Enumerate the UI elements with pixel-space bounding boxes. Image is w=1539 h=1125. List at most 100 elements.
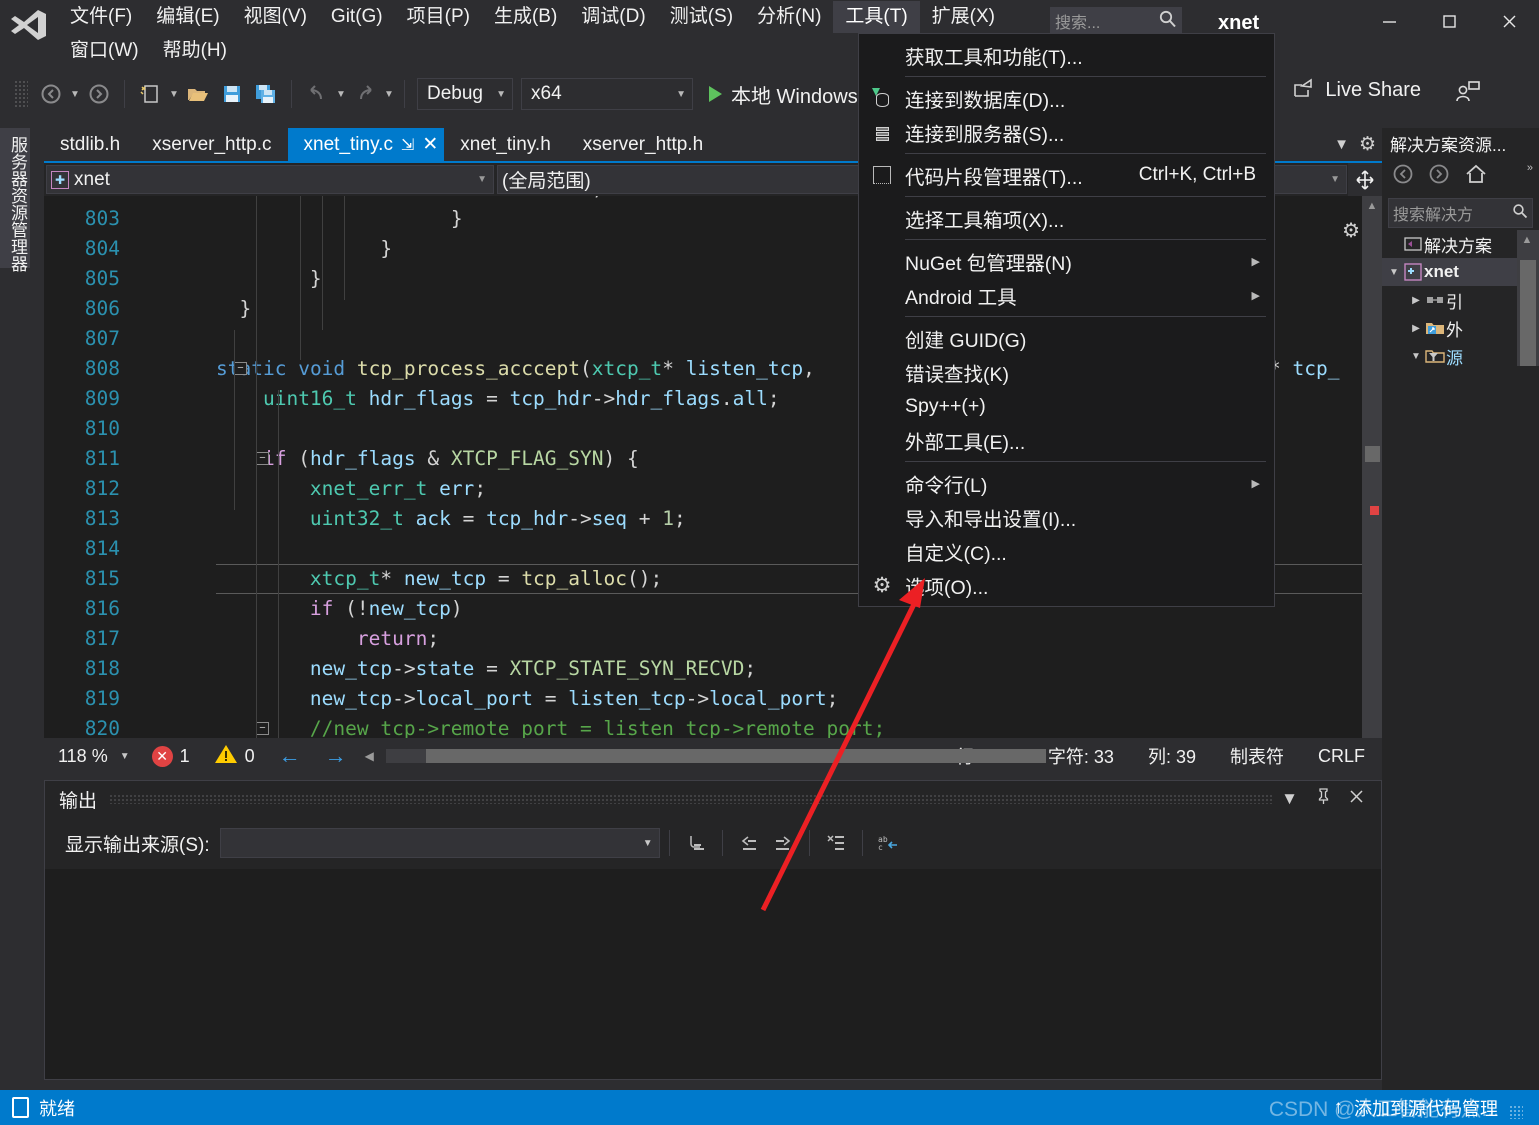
tree-external-dependencies[interactable]: ▶ 外 — [1382, 314, 1539, 342]
menuitem-command-line[interactable]: 命令行(L) ▶ — [859, 466, 1274, 500]
navigate-backward-dropdown-icon[interactable]: ▼ — [68, 77, 82, 111]
menu-tools[interactable]: 工具(T) — [833, 1, 920, 33]
properties-grid[interactable] — [1382, 366, 1539, 1090]
clear-all-button[interactable] — [819, 827, 853, 859]
maximize-button[interactable] — [1419, 0, 1479, 42]
chevron-double-right-icon[interactable]: » — [1527, 162, 1533, 174]
gear-icon[interactable]: ⚙ — [1359, 133, 1376, 156]
goto-message-button[interactable] — [679, 827, 713, 859]
zoom-level-combo[interactable]: 118 % ▼ — [44, 746, 140, 767]
solution-explorer-search-box[interactable]: 搜索解决方 — [1388, 198, 1533, 228]
code-line[interactable]: return; — [216, 624, 439, 654]
output-source-combo[interactable]: ▼ — [219, 828, 660, 858]
tree-references[interactable]: ▶ 引 — [1382, 286, 1539, 314]
new-item-dropdown-icon[interactable]: ▼ — [167, 77, 181, 111]
close-icon[interactable] — [1340, 789, 1373, 809]
tab-xserver-http-c[interactable]: xserver_http.c — [136, 128, 287, 161]
close-button[interactable] — [1479, 0, 1539, 42]
previous-message-button[interactable] — [732, 827, 766, 859]
code-line[interactable]: } — [216, 234, 392, 264]
menuitem-connect-to-server[interactable]: 连接到服务器(S)... — [859, 115, 1274, 149]
menu-view[interactable]: 视图(V) — [232, 1, 319, 33]
menu-help[interactable]: 帮助(H) — [151, 35, 239, 67]
output-text-area[interactable] — [45, 869, 1381, 1079]
code-line[interactable]: if (!new_tcp) — [216, 594, 463, 624]
code-line[interactable]: uint16_t hdr_flags = tcp_hdr->hdr_flags.… — [216, 384, 780, 414]
live-share-button[interactable]: Live Share — [1292, 77, 1421, 104]
indentation-mode-value[interactable]: 制表符 — [1213, 743, 1301, 769]
editor-vertical-scrollbar[interactable]: ▲ ▼ — [1362, 196, 1382, 771]
menu-edit[interactable]: 编辑(E) — [144, 1, 231, 33]
menuitem-import-export-settings[interactable]: 导入和导出设置(I)... — [859, 500, 1274, 534]
code-line[interactable]: } — [216, 294, 251, 324]
code-line[interactable]: new_tcp->state = XTCP_STATE_SYN_RECVD; — [216, 654, 756, 684]
menuitem-customize[interactable]: 自定义(C)... — [859, 534, 1274, 568]
tree-project-xnet[interactable]: ▼ xnet — [1382, 258, 1539, 286]
split-editor-icon[interactable] — [1348, 163, 1382, 196]
solution-configuration-combo[interactable]: Debug ▼ — [417, 78, 513, 110]
pin-icon[interactable]: ⇲ — [401, 135, 414, 155]
resize-grip[interactable] — [1509, 1104, 1523, 1119]
hscroll-left-arrow[interactable]: ◀ — [359, 749, 380, 763]
menuitem-choose-toolbox-items[interactable]: 选择工具箱项(X)... — [859, 201, 1274, 235]
scroll-up-icon[interactable]: ▲ — [1362, 196, 1382, 216]
menuitem-options[interactable]: ⚙ 选项(O)... — [859, 568, 1274, 602]
code-fold-toggle[interactable]: − — [234, 362, 247, 375]
tree-twisty-icon[interactable]: ▶ — [1408, 323, 1424, 334]
menu-extensions[interactable]: 扩展(X) — [920, 1, 1007, 33]
tree-twisty-icon[interactable]: ▼ — [1386, 267, 1402, 278]
navigate-next-error-button[interactable]: → — [313, 743, 359, 769]
new-item-icon[interactable] — [133, 77, 167, 111]
menu-debug[interactable]: 调试(D) — [569, 1, 657, 33]
solution-platform-combo[interactable]: x64 ▼ — [521, 78, 693, 110]
warning-count-badge[interactable]: 0 — [202, 743, 267, 770]
menu-git[interactable]: Git(G) — [319, 1, 395, 33]
code-line[interactable]: } — [216, 204, 463, 234]
code-line[interactable]: xtcp_t* new_tcp = tcp_alloc(); — [216, 564, 662, 594]
forward-icon[interactable] — [1428, 163, 1450, 191]
menu-project[interactable]: 项目(P) — [395, 1, 482, 33]
menu-build[interactable]: 生成(B) — [482, 1, 569, 33]
tab-xnet-tiny-c[interactable]: xnet_tiny.c ⇲ ✕ — [287, 128, 445, 161]
menuitem-nuget-package-manager[interactable]: NuGet 包管理器(N) ▶ — [859, 244, 1274, 278]
menuitem-error-lookup[interactable]: 错误查找(K) — [859, 355, 1274, 389]
menuitem-get-tools-and-features[interactable]: 获取工具和功能(T)... — [859, 38, 1274, 72]
navigate-previous-error-button[interactable]: ← — [267, 743, 313, 769]
chevron-down-icon[interactable]: ▼ — [1272, 789, 1307, 809]
tab-overflow-icon[interactable]: ▼ — [1334, 136, 1349, 153]
line-ending-value[interactable]: CRLF — [1301, 746, 1382, 767]
navigate-forward-icon[interactable] — [82, 77, 116, 111]
undo-dropdown-icon[interactable]: ▼ — [334, 77, 348, 111]
editor-horizontal-scrollbar[interactable] — [385, 749, 1046, 763]
code-line[interactable]: uint32_t ack = tcp_hdr->seq + 1; — [216, 504, 686, 534]
code-line[interactable]: } — [216, 264, 322, 294]
toolbar-grip[interactable] — [14, 80, 28, 108]
menu-analyze[interactable]: 分析(N) — [745, 1, 833, 33]
tree-twisty-icon[interactable]: ▼ — [1408, 351, 1424, 362]
menuitem-create-guid[interactable]: 创建 GUID(G) — [859, 321, 1274, 355]
navigate-backward-icon[interactable] — [34, 77, 68, 111]
open-folder-icon[interactable] — [181, 77, 215, 111]
quick-actions-gear-icon[interactable]: ⚙ — [1342, 218, 1360, 243]
hscrollbar-thumb[interactable] — [425, 749, 1046, 763]
status-source-control-group[interactable]: ↑ 添加到源代码管理 — [1334, 1095, 1539, 1121]
menu-window[interactable]: 窗口(W) — [58, 35, 151, 67]
undo-icon[interactable] — [300, 77, 334, 111]
tab-xnet-tiny-h[interactable]: xnet_tiny.h — [444, 128, 566, 161]
menuitem-connect-to-database[interactable]: 连接到数据库(D)... — [859, 81, 1274, 115]
tab-xserver-http-h[interactable]: xserver_http.h — [567, 128, 719, 161]
next-message-button[interactable] — [766, 827, 800, 859]
start-debugging-button[interactable]: 本地 Windows — [701, 77, 866, 111]
server-explorer-tab[interactable]: 服务器资源管理器 — [0, 128, 30, 272]
menuitem-code-snippets-manager[interactable]: 代码片段管理器(T)... Ctrl+K, Ctrl+B — [859, 158, 1274, 192]
toggle-word-wrap-button[interactable]: ab c — [872, 827, 906, 859]
scroll-up-icon[interactable]: ▲ — [1517, 230, 1537, 250]
share-feedback-icon[interactable] — [1455, 80, 1481, 110]
menuitem-android-tools[interactable]: Android 工具 ▶ — [859, 278, 1274, 312]
navbar-project-combo[interactable]: ✚ xnet ▼ — [46, 165, 494, 194]
minimize-button[interactable] — [1359, 0, 1419, 42]
save-all-icon[interactable] — [249, 77, 283, 111]
menuitem-external-tools[interactable]: 外部工具(E)... — [859, 423, 1274, 457]
redo-icon[interactable] — [348, 77, 382, 111]
error-count-badge[interactable]: ✕ 1 — [140, 745, 202, 767]
